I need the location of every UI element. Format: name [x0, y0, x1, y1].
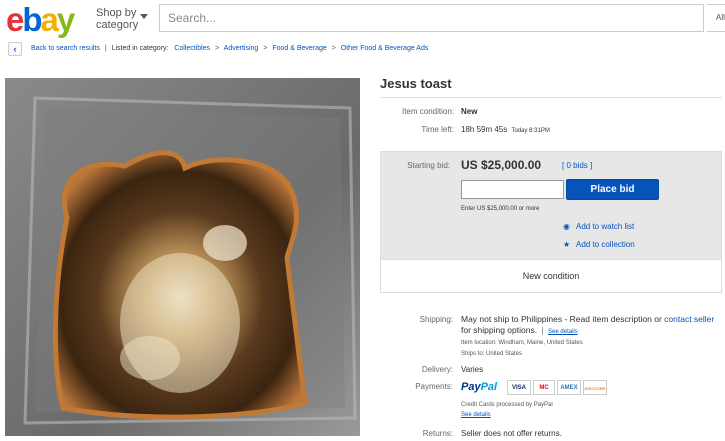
- logo-letter-b: b: [22, 1, 42, 38]
- add-to-collection-link[interactable]: ★ Add to collection: [563, 240, 635, 249]
- category-link-collectibles[interactable]: Collectibles: [174, 45, 210, 52]
- time-left-label: Time left:: [421, 125, 454, 134]
- paypal-logo: PayPal: [461, 381, 497, 393]
- starting-bid-label: Starting bid:: [407, 161, 450, 170]
- add-to-watch-list-link[interactable]: ◉ Add to watch list: [563, 222, 634, 231]
- shipping-text-1: May not ship to Philippines - Read item …: [461, 314, 665, 324]
- paypal-logo-pal: Pal: [480, 381, 498, 393]
- item-location: Item location: Windham, Maine, United St…: [461, 340, 583, 346]
- shipping-info: May not ship to Philippines - Read item …: [461, 314, 719, 360]
- payments-see-details-link[interactable]: See details: [461, 412, 491, 418]
- item-photo[interactable]: [5, 78, 360, 436]
- shipping-divider: |: [541, 325, 544, 335]
- amex-card-icon: AMEX: [557, 380, 581, 395]
- breadcrumb-divider: |: [104, 45, 107, 52]
- shipping-see-details-link[interactable]: See details: [548, 329, 578, 335]
- payment-note: Credit Cards processed by PayPal: [461, 402, 553, 408]
- category-label: category: [96, 19, 139, 31]
- category-link-other-food-ads[interactable]: Other Food & Beverage Ads: [341, 45, 429, 52]
- shop-by-label: Shop by: [96, 7, 137, 19]
- bid-amount-input[interactable]: [462, 182, 563, 200]
- search-category-select[interactable]: All: [707, 4, 725, 32]
- chevron-left-icon: ‹: [13, 44, 17, 54]
- shipping-text-2: for shipping options.: [461, 325, 538, 335]
- mastercard-icon: MC: [533, 380, 555, 395]
- contact-seller-link[interactable]: contact seller: [664, 314, 714, 324]
- visa-card-icon: VISA: [507, 380, 531, 395]
- collection-label: Add to collection: [576, 240, 635, 249]
- back-button[interactable]: ‹: [8, 42, 22, 56]
- shipping-label: Shipping:: [419, 315, 453, 324]
- logo-letter-e: e: [6, 1, 24, 38]
- toast-photo-illustration: [5, 78, 360, 436]
- returns-label: Returns:: [422, 429, 453, 438]
- bid-amount-field[interactable]: [461, 180, 564, 200]
- category-link-food-beverage[interactable]: Food & Beverage: [272, 45, 326, 52]
- back-to-search-link[interactable]: Back to search results: [31, 45, 100, 52]
- breadcrumb-separator: >: [263, 45, 268, 52]
- listed-in-label: Listed in category:: [111, 45, 169, 52]
- ships-to: Ships to: United States: [461, 351, 523, 357]
- search-input[interactable]: [160, 5, 703, 31]
- returns-value: Seller does not offer returns.: [461, 429, 562, 438]
- breadcrumb-separator: >: [215, 45, 220, 52]
- delivery-value: Varies: [461, 365, 484, 374]
- logo-letter-y: y: [56, 1, 75, 38]
- eye-icon: ◉: [563, 222, 570, 231]
- shop-by-category-button[interactable]: Shop by category: [96, 7, 138, 31]
- condition-value: New: [461, 107, 478, 116]
- condition-footer: New condition: [380, 259, 722, 293]
- breadcrumb-separator: >: [331, 45, 336, 52]
- bids-count-link[interactable]: [ 0 bids ]: [562, 161, 592, 170]
- logo-letter-a: a: [40, 1, 59, 38]
- time-left-end: Today 8:31PM: [511, 128, 550, 134]
- time-left-countdown: 18h 59m 45s: [461, 125, 508, 134]
- payments-label: Payments:: [415, 382, 453, 391]
- condition-label: Item condition:: [401, 107, 454, 116]
- category-link-advertising[interactable]: Advertising: [224, 45, 259, 52]
- discover-card-icon: DISCOVER: [583, 380, 607, 395]
- chevron-down-icon[interactable]: [140, 14, 148, 19]
- search-box[interactable]: [159, 4, 704, 32]
- delivery-label: Delivery:: [421, 365, 453, 374]
- star-icon: ★: [563, 240, 571, 249]
- time-left-value: 18h 59m 45s Today 8:31PM: [461, 125, 550, 134]
- enter-bid-note: Enter US $25,000.00 or more: [461, 206, 540, 212]
- title-divider: [380, 97, 722, 98]
- paypal-logo-pay: Pay: [461, 381, 481, 393]
- ebay-logo[interactable]: ebay: [6, 1, 75, 38]
- breadcrumb: Back to search results | Listed in categ…: [31, 42, 428, 56]
- item-title: Jesus toast: [380, 76, 452, 91]
- place-bid-button[interactable]: Place bid: [566, 179, 659, 200]
- starting-bid-price: US $25,000.00: [461, 158, 542, 172]
- watch-list-label: Add to watch list: [576, 222, 635, 231]
